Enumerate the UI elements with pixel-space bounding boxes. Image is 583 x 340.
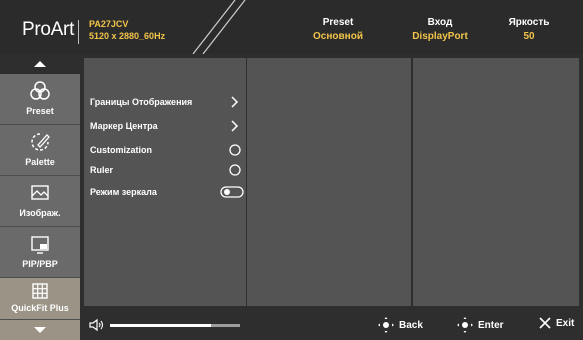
menu-item-ruler[interactable]: Ruler [90,160,244,180]
menu-item-label: Ruler [90,165,114,175]
osd-footer: Back Enter Exit [80,310,583,340]
arrow-down-icon [34,327,46,333]
header-brightness: Яркость 50 [494,16,564,44]
enter-button[interactable]: Enter [456,316,504,334]
exit-label: Exit [556,317,575,329]
input-value: DisplayPort [412,31,468,42]
preset-value: Основной [313,31,363,42]
menu-item-display-boundaries[interactable]: Границы Отображения [90,92,244,112]
sidebar-item-image[interactable]: Изображ. [0,176,80,227]
scroll-up-arrow[interactable] [0,54,80,74]
sidebar-item-label: QuickFit Plus [11,303,69,313]
model-info: PA27JCV 5120 x 2880_60Hz [89,18,165,42]
osd-window: ProArt PA27JCV 5120 x 2880_60Hz Preset О… [0,0,583,340]
menu-item-center-marker[interactable]: Маркер Центра [90,116,244,136]
sidebar-item-label: Preset [26,106,54,116]
sidebar-item-preset[interactable]: Preset [0,74,80,125]
volume-slider[interactable] [110,324,240,327]
proart-logo: ProArt [22,19,75,40]
back-label: Back [399,319,423,331]
speaker-icon [89,318,104,332]
toggle-icon[interactable] [220,185,244,199]
radio-icon[interactable] [226,163,242,177]
header-slash-decoration [192,0,246,54]
logo-divider [78,20,79,44]
menu-item-label: Границы Отображения [90,97,193,107]
menu-item-mirror-mode[interactable]: Режим зеркала [90,182,244,202]
sidebar-item-pip-pbp[interactable]: PIP/PBP [0,227,80,278]
header-input: Вход DisplayPort [400,16,480,44]
pip-pbp-icon [31,236,49,254]
volume-fill [110,324,212,327]
menu-item-customization[interactable]: Customization [90,140,244,160]
osd-header: ProArt PA27JCV 5120 x 2880_60Hz Preset О… [0,0,583,54]
brightness-label: Яркость [508,17,550,28]
exit-button[interactable]: Exit [538,316,574,330]
model-name: PA27JCV [89,19,129,29]
menu-item-label: Режим зеркала [90,187,157,197]
resolution-text: 5120 x 2880_60Hz [89,31,166,41]
palette-icon [31,133,50,151]
sidebar-item-label: Изображ. [19,208,61,218]
chevron-right-icon [231,96,239,108]
detail-panel-middle [247,58,411,306]
input-label: Вход [427,17,453,28]
joystick-back-icon [378,317,394,333]
detail-panel-right [413,58,579,306]
radio-icon[interactable] [226,143,242,157]
sidebar-item-label: Palette [25,157,55,167]
brightness-value: 50 [523,31,535,42]
image-icon [31,185,49,200]
chevron-right-icon [231,120,239,132]
main-menu-sidebar: Preset Palette Изображ. PIP/PBP QuickFit… [0,54,80,340]
sidebar-item-label: PIP/PBP [22,259,58,269]
menu-item-label: Маркер Центра [90,121,158,131]
arrow-up-icon [34,61,46,67]
preset-icon [30,81,50,100]
scroll-down-arrow[interactable] [0,320,80,340]
content-area: Границы Отображения Маркер Центра Custom… [80,54,583,310]
enter-label: Enter [478,319,504,331]
submenu-panel: Границы Отображения Маркер Центра Custom… [84,58,246,306]
close-icon [539,317,551,329]
back-button[interactable]: Back [377,316,423,334]
grid-icon [32,283,48,299]
joystick-enter-icon [457,317,473,333]
sidebar-item-palette[interactable]: Palette [0,125,80,176]
sidebar-item-quickfit-plus[interactable]: QuickFit Plus [0,278,80,320]
preset-label: Preset [322,17,354,28]
menu-item-label: Customization [90,145,152,155]
header-preset: Preset Основной [298,16,378,44]
